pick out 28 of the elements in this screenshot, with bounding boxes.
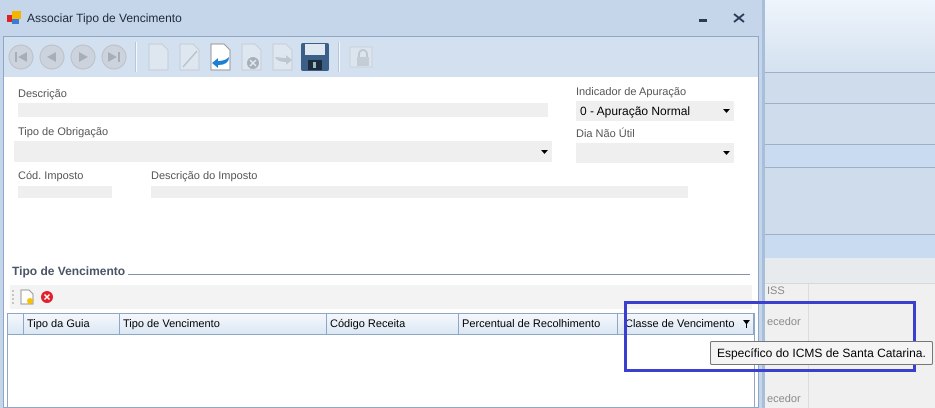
dropdown-caret-icon[interactable] [723,109,730,113]
dropdown-field[interactable] [14,141,552,162]
background-cell-text: ecedor [767,392,802,407]
close-icon[interactable] [732,13,746,23]
app-icon [6,10,22,26]
field-label: Cód. Imposto [18,169,84,183]
window-title: Associar Tipo de Vencimento [27,10,182,27]
column-header[interactable]: Percentual de Recolhimento [459,314,618,334]
background-cell-text: ecedor [767,315,802,330]
field-label: Descrição do Imposto [151,169,258,183]
column-header[interactable]: Código Receita [327,314,459,334]
column-header[interactable]: Tipo da Guia [24,314,120,334]
dropdown-caret-icon[interactable] [723,151,730,155]
background-cell-text: ISS [767,284,786,298]
dropdown-field[interactable] [576,143,734,163]
field-label: Descrição [18,87,68,101]
save-icon[interactable] [300,42,330,72]
filter-icon[interactable] [743,320,750,328]
delete-row-icon[interactable] [40,290,54,304]
section-title: Tipo de Vencimento [12,263,126,280]
tooltip: Específico do ICMS de Santa Catarina. [710,341,933,365]
field-label: Tipo de Obrigação [18,125,110,139]
field-label: Indicador de Apuração [576,85,688,99]
new-row-icon[interactable] [20,289,34,305]
field-label: Dia Não Útil [576,127,636,141]
column-header[interactable]: Tipo de Vencimento [120,314,327,334]
dropdown-field[interactable]: 0 - Apuração Normal [576,101,734,121]
dropdown-caret-icon[interactable] [541,150,548,154]
